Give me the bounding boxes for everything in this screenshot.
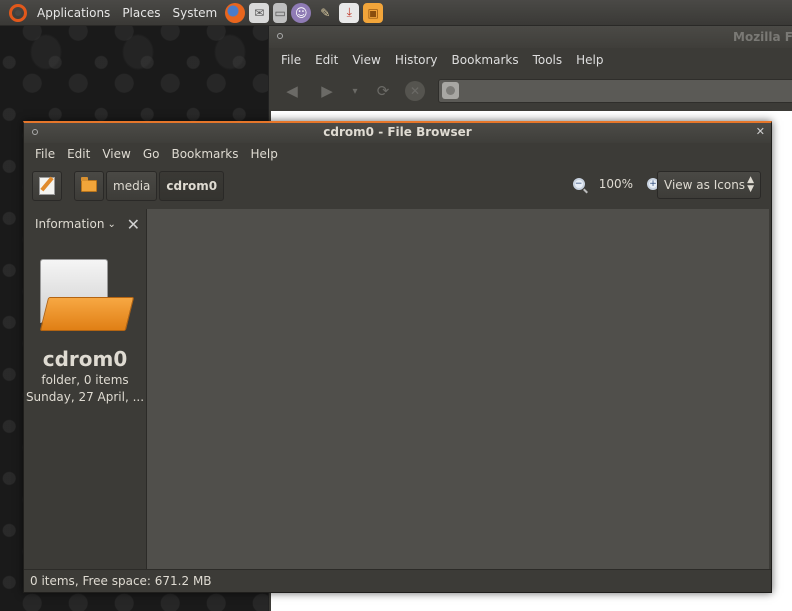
menu-view[interactable]: View [96, 147, 136, 161]
folder-large-icon [38, 259, 135, 331]
menu-applications[interactable]: Applications [31, 6, 116, 20]
file-browser-body: Information ⌄ ✕ cdrom0 folder, 0 items S… [24, 209, 771, 570]
view-mode-label: View as Icons [664, 178, 746, 192]
ff-menu-file[interactable]: File [274, 53, 308, 67]
firefox-icon[interactable] [225, 2, 246, 23]
folder-icon [81, 177, 97, 192]
ff-menu-edit[interactable]: Edit [308, 53, 345, 67]
ff-menu-history[interactable]: History [388, 53, 445, 67]
url-bar[interactable] [438, 79, 792, 103]
back-arrow-icon[interactable]: ◀ [279, 78, 305, 104]
mail-icon[interactable]: ✉ [249, 2, 270, 23]
ff-menu-bookmarks[interactable]: Bookmarks [445, 53, 526, 67]
side-pane: Information ⌄ ✕ cdrom0 folder, 0 items S… [24, 209, 147, 570]
status-bar: 0 items, Free space: 671.2 MB [24, 569, 771, 592]
firefox-navbar: ◀ ▶ ▾ ⟳ ✕ [269, 72, 792, 110]
close-icon[interactable]: ✕ [756, 125, 765, 138]
item-name: cdrom0 [42, 347, 128, 371]
top-panel: Applications Places System ✉ ▭ ☺ ✎ ⤓ ▣ [0, 0, 792, 26]
view-mode-select[interactable]: View as Icons ▲ ▼ [657, 171, 761, 199]
menu-places[interactable]: Places [116, 6, 166, 20]
location-toggle-button[interactable] [32, 171, 62, 201]
zoom-controls: − 100% + [572, 177, 659, 191]
breadcrumb-root-button[interactable] [74, 171, 104, 201]
side-pane-title: Information [35, 217, 105, 231]
site-identity-icon[interactable] [442, 82, 459, 99]
menu-go[interactable]: Go [137, 147, 166, 161]
folder-icon[interactable]: ▣ [363, 2, 384, 23]
zoom-out-icon[interactable]: − [572, 178, 585, 190]
stop-icon[interactable]: ✕ [405, 81, 425, 101]
file-view-area[interactable] [147, 209, 769, 570]
updown-chevron-icon: ▲ ▼ [747, 175, 754, 194]
chevron-down-icon: ⌄ [107, 218, 116, 230]
reload-icon[interactable]: ⟳ [370, 78, 396, 104]
status-text: 0 items, Free space: 671.2 MB [30, 574, 212, 588]
file-browser-toolbar: media cdrom0 − 100% + View as Icons ▲ ▼ [24, 165, 771, 207]
ff-menu-tools[interactable]: Tools [526, 53, 570, 67]
item-type: folder, 0 items [41, 373, 129, 387]
menu-help[interactable]: Help [245, 147, 284, 161]
file-browser-titlebar[interactable]: cdrom0 - File Browser ✕ [24, 123, 771, 143]
ubuntu-logo-icon[interactable] [9, 3, 27, 22]
forward-arrow-icon[interactable]: ▶ [314, 78, 340, 104]
item-date: Sunday, 27 April, ... [25, 390, 145, 404]
notes-icon[interactable]: ▭ [273, 2, 288, 23]
ff-menu-view[interactable]: View [345, 53, 387, 67]
history-dropdown-icon[interactable]: ▾ [349, 78, 361, 104]
download-icon[interactable]: ⤓ [339, 2, 360, 23]
ff-menu-help[interactable]: Help [569, 53, 610, 67]
window-menu-icon[interactable] [277, 33, 283, 39]
close-sidepane-icon[interactable]: ✕ [127, 215, 140, 234]
menu-system[interactable]: System [166, 6, 223, 20]
file-browser-menubar: File Edit View Go Bookmarks Help [24, 143, 771, 165]
file-browser-window[interactable]: cdrom0 - File Browser ✕ File Edit View G… [23, 121, 772, 593]
breadcrumb-cdrom0[interactable]: cdrom0 [159, 171, 225, 201]
gimp-icon[interactable]: ✎ [315, 3, 335, 23]
menu-bookmarks[interactable]: Bookmarks [165, 147, 244, 161]
firefox-titlebar[interactable]: Mozilla F [269, 26, 792, 48]
edit-location-icon [39, 177, 55, 195]
pidgin-icon[interactable]: ☺ [291, 2, 312, 23]
menu-file[interactable]: File [29, 147, 61, 161]
breadcrumb-media[interactable]: media [106, 171, 158, 201]
window-title: cdrom0 - File Browser [323, 125, 472, 139]
firefox-menubar: File Edit View History Bookmarks Tools H… [269, 48, 792, 72]
menu-edit[interactable]: Edit [61, 147, 96, 161]
firefox-title: Mozilla F [733, 30, 792, 44]
zoom-level[interactable]: 100% [599, 177, 633, 191]
